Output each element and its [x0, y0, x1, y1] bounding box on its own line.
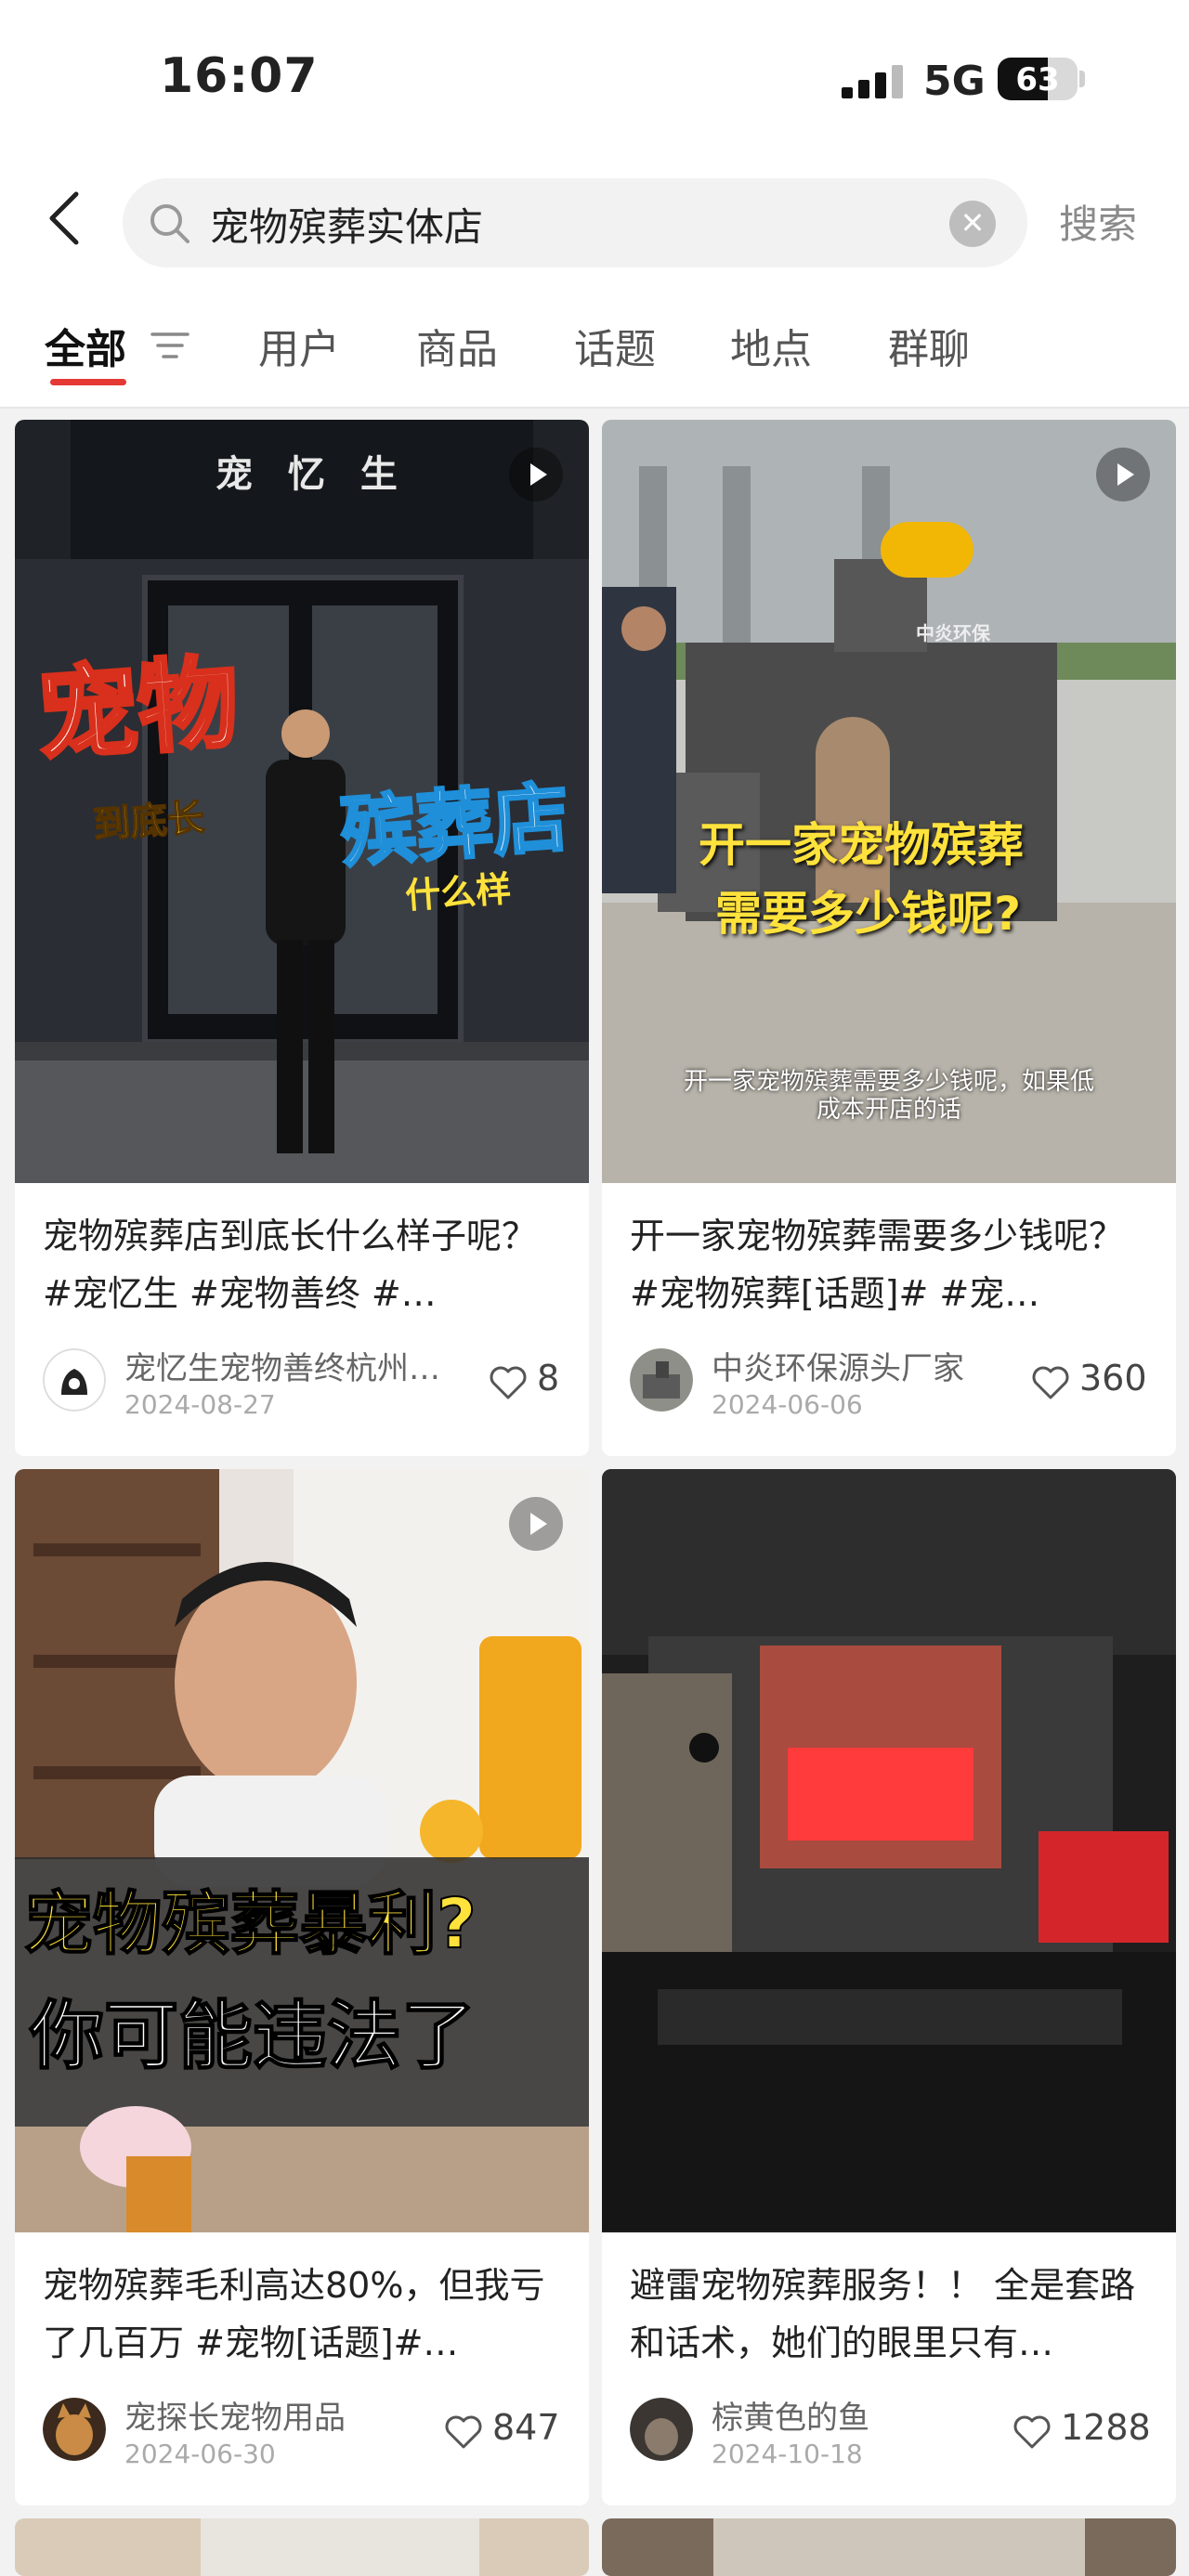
- author-name[interactable]: 棕黄色的鱼: [712, 2392, 1055, 2438]
- clear-icon[interactable]: ✕: [949, 201, 996, 247]
- card-cover-image: [15, 1469, 589, 2232]
- author-name[interactable]: 宠忆生宠物善终杭州…: [124, 1343, 468, 1388]
- search-button[interactable]: 搜索: [1059, 193, 1137, 250]
- card-cover-image: [15, 2518, 589, 2576]
- tab-users[interactable]: 用户: [258, 316, 340, 375]
- battery-level: 63: [1015, 61, 1060, 98]
- like-count: 8: [537, 1358, 560, 1399]
- network-label: 5G: [923, 58, 986, 105]
- post-date: 2024-10-18: [712, 2439, 863, 2469]
- post-date: 2024-06-06: [712, 1389, 863, 1420]
- card-title[interactable]: 开一家宠物殡葬需要多少钱呢？ #宠物殡葬[话题]# #宠…: [630, 1207, 1150, 1322]
- heart-icon[interactable]: [444, 2414, 483, 2450]
- like-count: 1288: [1061, 2407, 1151, 2448]
- cover-text-2: 你可能违法了: [29, 1992, 477, 2080]
- card-cover-image: [602, 1469, 1176, 2232]
- heart-icon[interactable]: [489, 1365, 528, 1400]
- heart-icon[interactable]: [1013, 2414, 1052, 2450]
- cover-text-1: 开一家宠物殡葬: [699, 818, 1024, 872]
- note-card[interactable]: 宠物殡葬暴利? 你可能违法了 宠物殡葬毛利高达80%，但我亏了几百万 #宠物[话…: [15, 1469, 589, 2505]
- tab-all[interactable]: 全部: [45, 316, 126, 375]
- cover-text-2: 需要多少钱呢?: [715, 887, 1022, 941]
- avatar[interactable]: [43, 2398, 106, 2461]
- note-card-partial[interactable]: [602, 2518, 1176, 2576]
- filter-icon[interactable]: [149, 329, 191, 362]
- top-bar: 16:07 5G 63 ✕ 搜索 全部 用户 商品 话题 地点 群聊: [0, 0, 1189, 409]
- video-subtitle-2: 成本开店的话: [816, 1096, 961, 1124]
- back-arrow-icon[interactable]: [46, 190, 82, 246]
- card-title[interactable]: 宠物殡葬店到底长什么样子呢？ #宠忆生 #宠物善终 #…: [43, 1207, 563, 1322]
- heart-icon[interactable]: [1031, 1365, 1070, 1400]
- note-card-partial[interactable]: [15, 2518, 589, 2576]
- tab-products[interactable]: 商品: [416, 316, 498, 375]
- card-cover-image: [602, 2518, 1176, 2576]
- like-count: 360: [1079, 1358, 1147, 1399]
- search-icon: [150, 204, 189, 243]
- like-count: 847: [492, 2407, 560, 2448]
- avatar[interactable]: [630, 1348, 693, 1412]
- author-name[interactable]: 中炎环保源头厂家: [712, 1343, 1055, 1388]
- play-icon: [509, 1497, 563, 1551]
- status-time: 16:07: [160, 48, 319, 104]
- card-title[interactable]: 宠物殡葬毛利高达80%，但我亏了几百万 #宠物[话题]#…: [43, 2257, 563, 2372]
- search-input[interactable]: [208, 178, 936, 269]
- note-card[interactable]: 中炎环保 开一家宠物殡葬 需要多少钱呢? 开一家宠物殡葬需要多少钱呢，如果低 成…: [602, 420, 1176, 1456]
- cover-text-1: 宠物: [33, 644, 244, 777]
- cover-text-4: 什么样: [403, 868, 513, 917]
- play-icon: [1096, 448, 1150, 501]
- post-date: 2024-06-30: [124, 2439, 276, 2469]
- cover-text-2: 到底长: [91, 796, 206, 848]
- note-card[interactable]: 宠 忆 生 宠物 到底长 殡葬店 什么样 宠物殡葬店到底长什么样子呢？ #宠忆生…: [15, 420, 589, 1456]
- note-card[interactable]: 避雷宠物殡葬服务！！ 全是套路和话术，她们的眼里只有… 棕黄色的鱼 2024-1…: [602, 1469, 1176, 2505]
- author-name[interactable]: 宠探长宠物用品: [124, 2392, 468, 2438]
- tab-groups[interactable]: 群聊: [888, 316, 970, 375]
- cover-text-3: 殡葬店: [336, 773, 573, 879]
- avatar[interactable]: [43, 1348, 106, 1412]
- avatar[interactable]: [630, 2398, 693, 2461]
- active-tab-indicator: [50, 379, 126, 385]
- storefront-sign: 宠 忆 生: [216, 453, 409, 496]
- tab-places[interactable]: 地点: [730, 316, 812, 375]
- post-date: 2024-08-27: [124, 1389, 276, 1420]
- signal-icon: [842, 61, 908, 98]
- battery-icon: 63: [998, 58, 1078, 100]
- cover-text-1: 宠物殡葬暴利?: [23, 1883, 477, 1965]
- search-bar[interactable]: ✕: [123, 178, 1027, 269]
- machine-logo-text: 中炎环保: [916, 622, 990, 644]
- play-icon: [509, 448, 563, 501]
- battery-tip: [1079, 71, 1085, 87]
- tab-topics[interactable]: 话题: [574, 316, 656, 375]
- card-title[interactable]: 避雷宠物殡葬服务！！ 全是套路和话术，她们的眼里只有…: [630, 2257, 1150, 2372]
